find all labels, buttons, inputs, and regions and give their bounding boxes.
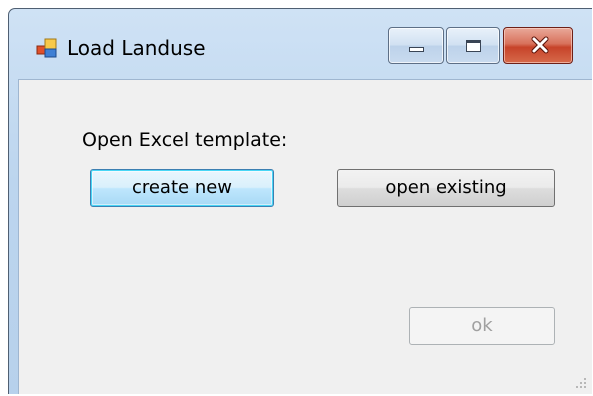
dialog-client-area: Open Excel template: create new open exi… [18,79,592,394]
close-button[interactable] [503,27,573,64]
template-prompt-label: Open Excel template: [82,129,288,151]
minimize-icon [409,47,424,52]
open-existing-button[interactable]: open existing [337,169,555,207]
window-title: Load Landuse [67,36,206,60]
create-new-button[interactable]: create new [90,169,274,207]
ok-button[interactable]: ok [409,307,555,345]
close-icon [530,35,550,55]
resize-grip-icon[interactable] [574,378,586,390]
title-bar[interactable]: Load Landuse [9,9,592,79]
maximize-button[interactable] [446,27,500,64]
minimize-button[interactable] [388,27,444,64]
form-icon[interactable] [36,37,58,59]
maximize-icon [466,40,481,52]
dialog-window: Load Landuse Open Excel template: create… [8,8,592,394]
